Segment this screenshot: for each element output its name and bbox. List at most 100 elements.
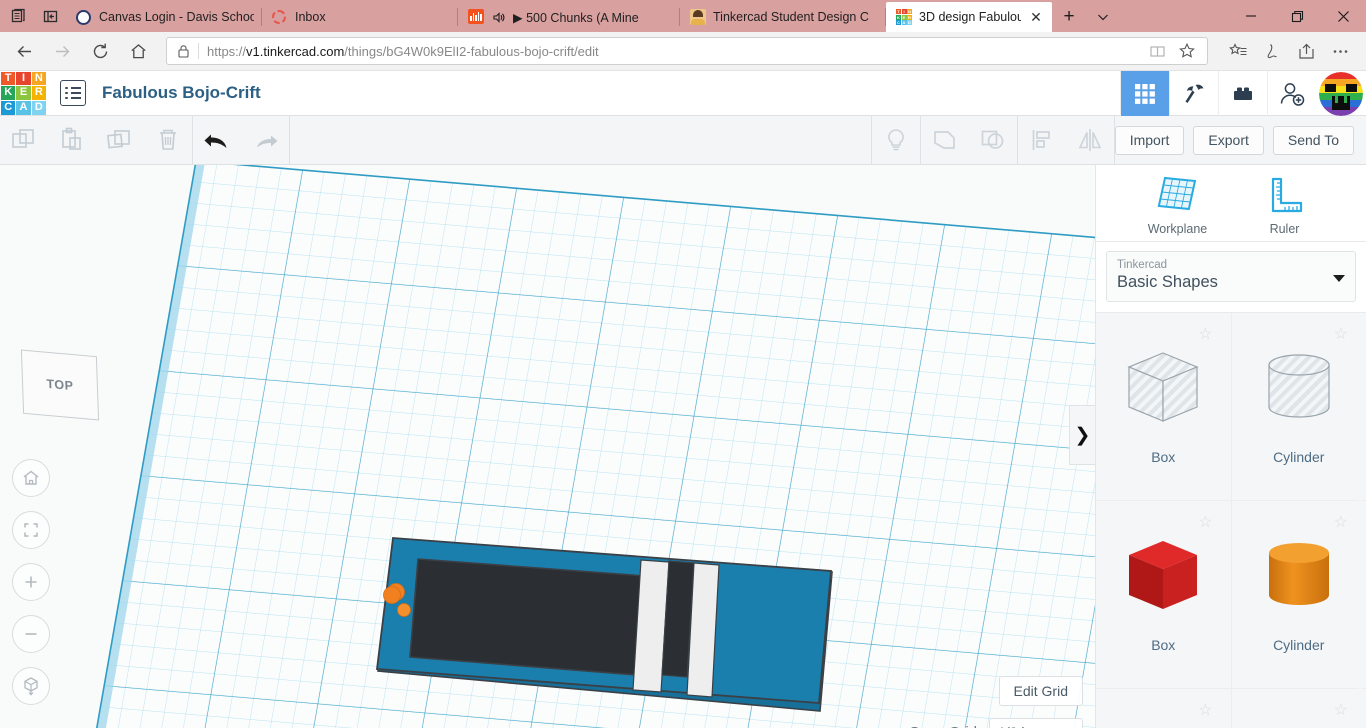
soundcloud-icon (468, 9, 484, 25)
close-icon[interactable]: ✕ (1028, 10, 1044, 24)
copy-icon[interactable] (0, 116, 48, 165)
app-header: T I N K E R C A D Fabulous Bojo-Crift (0, 71, 1366, 116)
favorite-star-icon[interactable]: ☆ (1334, 700, 1348, 720)
favorite-star-icon[interactable]: ☆ (1198, 700, 1212, 720)
shape-label: Box (1151, 637, 1176, 653)
tab-preview-icon[interactable] (8, 6, 28, 26)
group-icon[interactable] (921, 116, 969, 165)
logo-letter: E (16, 86, 31, 100)
undo-icon[interactable] (193, 116, 241, 165)
shape-item-cylinder-hole[interactable]: ☆ Cylinder (1230, 313, 1366, 500)
shape-item-box-hole[interactable]: ☆ Box (1096, 313, 1231, 500)
tab-title: 3D design Fabulous Boj (919, 10, 1021, 24)
logo-letter: D (31, 100, 46, 115)
delete-trash-icon[interactable] (144, 116, 192, 165)
shape-item-sphere[interactable]: ☆ Sphere (1096, 689, 1231, 728)
snap-grid-value: 1/8 in (998, 724, 1032, 728)
lightbulb-icon[interactable] (872, 116, 920, 165)
browser-tab[interactable]: Canvas Login - Davis Schoo (66, 2, 262, 32)
add-person-icon[interactable] (1267, 71, 1316, 116)
maximize-button[interactable] (1274, 0, 1320, 32)
logo-letter: I (16, 71, 31, 86)
notes-pen-icon[interactable] (1256, 35, 1288, 67)
browser-title-bar: Canvas Login - Davis Schoo Inbox ▶ 500 C… (0, 0, 1366, 32)
browser-tab-active[interactable]: TIN KER CAD 3D design Fabulous Boj ✕ (886, 2, 1052, 32)
forward-arrow-icon[interactable] (44, 35, 80, 67)
grid-blocks-icon[interactable] (1120, 71, 1169, 116)
library-name: Basic Shapes (1117, 273, 1218, 291)
shape-item-scribble[interactable]: ☆ Scribble (1230, 689, 1366, 728)
share-icon[interactable] (1290, 35, 1322, 67)
url-text: https://v1.tinkercad.com/things/bG4W0k9E… (207, 43, 599, 59)
minimize-button[interactable] (1228, 0, 1274, 32)
refresh-icon[interactable] (82, 35, 118, 67)
scribble-art (1256, 705, 1342, 728)
shapes-grid[interactable]: ☆ Box ☆ Cylinder ☆ Box ☆ Cylinder ☆ ☆ (1096, 312, 1366, 728)
paste-icon[interactable] (48, 116, 96, 165)
workplane-tool[interactable]: Workplane (1136, 176, 1220, 236)
tab-strip: Canvas Login - Davis Schoo Inbox ▶ 500 C… (66, 0, 1228, 32)
page-title[interactable]: Fabulous Bojo-Crift (102, 83, 261, 103)
view-cube[interactable]: TOP (20, 349, 100, 421)
star-icon[interactable] (1173, 38, 1201, 64)
back-arrow-icon[interactable] (6, 35, 42, 67)
duplicate-icon[interactable] (96, 116, 144, 165)
pickaxe-icon[interactable] (1169, 71, 1218, 116)
favorites-icon[interactable] (1222, 35, 1254, 67)
shape-label: Cylinder (1273, 637, 1325, 653)
shape-item-box-red[interactable]: ☆ Box (1096, 501, 1231, 688)
avatar[interactable] (1319, 71, 1363, 116)
home-icon[interactable] (120, 35, 156, 67)
favorite-star-icon[interactable]: ☆ (1198, 512, 1212, 532)
chevron-down-icon[interactable] (1333, 274, 1345, 282)
new-tab-button[interactable]: + (1052, 2, 1086, 32)
address-bar-actions (1143, 38, 1201, 64)
logo-letter: R (31, 86, 46, 100)
inbox-icon (272, 9, 288, 25)
more-icon[interactable] (1324, 35, 1356, 67)
fit-to-view-icon[interactable] (12, 511, 50, 549)
workplane-label: Workplane (1147, 222, 1208, 236)
shape-library-select[interactable]: Tinkercad Basic Shapes (1106, 251, 1356, 302)
zoom-out-icon[interactable] (12, 615, 50, 653)
reading-view-icon[interactable] (1143, 38, 1171, 64)
import-button[interactable]: Import (1114, 125, 1185, 155)
ruler-label: Ruler (1269, 222, 1300, 236)
chevron-down-icon[interactable] (1086, 2, 1120, 32)
shape-item-cylinder-orange[interactable]: ☆ Cylinder (1230, 501, 1366, 688)
main-area: TOP Edit Grid Snap Grid 1/8 (0, 165, 1366, 728)
align-icon[interactable] (1018, 116, 1066, 165)
favorite-star-icon[interactable]: ☆ (1198, 324, 1212, 344)
favorite-star-icon[interactable]: ☆ (1334, 512, 1348, 532)
zoom-in-icon[interactable] (12, 563, 50, 601)
send-to-button[interactable]: Send To (1272, 125, 1354, 155)
home-view-icon[interactable] (12, 459, 50, 497)
favorite-star-icon[interactable]: ☆ (1334, 324, 1348, 344)
ungroup-icon[interactable] (969, 116, 1017, 165)
edit-toolbar: Import Export Send To (0, 115, 1366, 165)
set-aside-tabs-icon[interactable] (40, 6, 60, 26)
shape-label: Box (1151, 449, 1176, 465)
tab-audio-icon[interactable] (491, 10, 506, 25)
titlebar-left-buttons (0, 0, 66, 32)
edit-grid-button[interactable]: Edit Grid (998, 676, 1083, 706)
address-bar[interactable]: https://v1.tinkercad.com/things/bG4W0k9E… (166, 37, 1208, 65)
close-button[interactable] (1320, 0, 1366, 32)
toolbar-divider (289, 115, 290, 165)
browser-tab[interactable]: ▶ 500 Chunks (A Mine (458, 2, 680, 32)
export-button[interactable]: Export (1193, 125, 1264, 155)
tinkercad-logo[interactable]: T I N K E R C A D (0, 71, 46, 116)
brick-icon[interactable] (1218, 71, 1267, 116)
tinkercad-icon: TIN KER CAD (896, 9, 912, 25)
browser-tab[interactable]: Tinkercad Student Design C (680, 2, 886, 32)
snap-grid-select[interactable]: 1/8 in (989, 718, 1083, 728)
ruler-tool[interactable]: Ruler (1243, 176, 1327, 236)
panel-collapse-toggle[interactable]: ❯ (1069, 405, 1095, 465)
browser-tab[interactable]: Inbox (262, 2, 458, 32)
perspective-toggle-icon[interactable] (12, 667, 50, 705)
redo-icon[interactable] (241, 116, 289, 165)
logo-letter: N (31, 71, 46, 86)
mirror-icon[interactable] (1066, 116, 1114, 165)
list-menu-icon[interactable] (60, 80, 86, 106)
3d-viewport[interactable]: TOP Edit Grid Snap Grid 1/8 (0, 165, 1095, 728)
